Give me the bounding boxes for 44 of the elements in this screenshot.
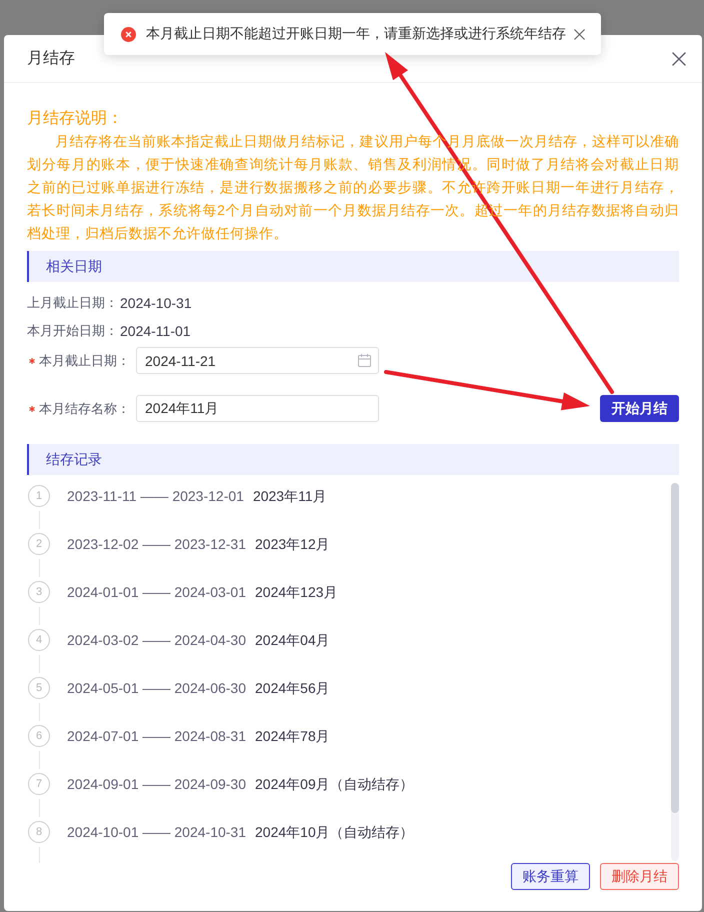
- toast-message: 本月截止日期不能超过开账日期一年，请重新选择或进行系统年结存: [146, 25, 566, 43]
- info-label: 本月开始日期：: [27, 322, 118, 340]
- step-number: 8: [28, 821, 50, 843]
- close-button[interactable]: [672, 52, 686, 66]
- step-number: 2: [28, 533, 50, 555]
- field-label: 本月截止日期：: [39, 352, 130, 370]
- record-range: 2024-01-01 —— 2024-03-01: [67, 583, 246, 602]
- date-field[interactable]: 2024-11-21: [136, 347, 379, 374]
- step-number: 4: [28, 629, 50, 651]
- field-label: 本月结存名称：: [39, 400, 130, 418]
- close-icon: [672, 52, 686, 66]
- record-range: 2023-11-11 —— 2023-12-01: [67, 487, 244, 506]
- dialog-title: 月结存: [27, 48, 75, 69]
- toast-close-button[interactable]: [574, 28, 585, 40]
- record-range: 2024-03-02 —— 2024-04-30: [67, 631, 246, 650]
- step-number: 1: [28, 485, 50, 507]
- notice-title: 月结存说明：: [27, 108, 124, 129]
- step-number: 3: [28, 581, 50, 603]
- start-button[interactable]: 开始月结: [600, 395, 679, 422]
- record-range: 2023-12-02 —— 2023-12-31: [67, 535, 246, 554]
- footer-button[interactable]: 账务重算: [511, 863, 590, 890]
- info-value: 2024-11-01: [120, 323, 191, 339]
- info-label: 上月截止日期：: [27, 294, 118, 312]
- record-name: 2024年56月: [255, 679, 330, 698]
- record-name: 2024年123月: [255, 583, 338, 602]
- record-name: 2024年04月: [255, 631, 330, 650]
- record-name: 2024年09月（自动结存）: [255, 775, 414, 794]
- step-number: 5: [28, 677, 50, 699]
- section-header: 相关日期: [27, 251, 679, 282]
- info-value: 2024-10-31: [120, 295, 192, 311]
- record-range: 2024-07-01 —— 2024-08-31: [67, 727, 246, 746]
- record-range: 2024-09-01 —— 2024-09-30: [67, 775, 246, 794]
- step-number: 7: [28, 773, 50, 795]
- section-header: 结存记录: [27, 444, 679, 475]
- record-name: 2024年78月: [255, 727, 330, 746]
- record-name: 2023年11月: [252, 487, 327, 506]
- record-name: 2024年10月（自动结存）: [255, 823, 414, 842]
- step-number: 6: [28, 725, 50, 747]
- record-range: 2024-05-01 —— 2024-06-30: [67, 679, 246, 698]
- input-field[interactable]: 2024年11月: [136, 395, 379, 422]
- close-icon: [574, 28, 585, 40]
- error-icon: [121, 26, 136, 42]
- record-name: 2023年12月: [255, 535, 330, 554]
- record-range: 2024-10-01 —— 2024-10-31: [67, 823, 246, 842]
